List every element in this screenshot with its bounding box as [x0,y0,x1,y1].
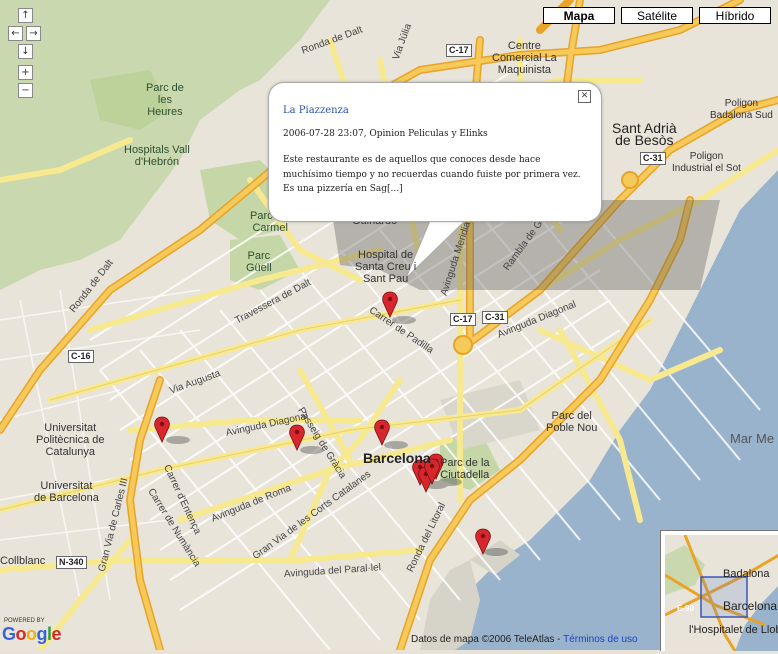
place-label-universitat-barcelona: Universitat de Barcelona [34,480,99,504]
road-shield: C-16 [68,350,94,363]
place-label-collblanc: Collblanc [0,555,46,567]
place-label-parc-ciutadella: Parc de la Ciutadella [440,457,490,481]
pan-right-button[interactable]: → [26,26,41,41]
road-shield: C-17 [446,44,472,57]
copyright-text: Datos de mapa ©2006 TeleAtlas - [411,634,564,645]
map-type-mapa-button[interactable]: Mapa [543,7,615,24]
place-label-parc-guell: Parc Güell [246,250,272,274]
place-label-universitat-catalunya: Universitat Politècnica de Catalunya [36,422,105,458]
overview-label-badalona: Badalona [723,568,770,580]
road-shield: C-31 [640,152,666,165]
info-window: ✕ La Piazzenza 2006-07-28 23:07, Opinion… [268,82,602,222]
pan-down-button[interactable]: ↓ [18,44,33,59]
map-type-satelite-button[interactable]: Satélite [621,7,693,24]
google-wordmark: Google [2,624,62,644]
place-label-poligon-badalona: Poligon Badalona Sud [710,98,773,121]
road-shield: N-340 [56,556,87,569]
map-copyright: Datos de mapa ©2006 TeleAtlas - Términos… [411,634,638,645]
place-label-hospital-sant-pau: Hospital de Santa Creu i Sant Pau [355,249,417,285]
place-label-barcelona: Barcelona [363,450,431,466]
place-label-poligon-industrial: Poligon Industrial el Sot [672,151,741,174]
place-label-sant-adria: Sant Adrià de Besòs [612,120,677,148]
place-label-parc-heures: Parc de les Heures [146,82,184,118]
info-window-title[interactable]: La Piazzenza [283,105,349,116]
overview-label-hospitalet: l'Hospitalet de Llobregat [689,624,778,636]
place-label-centre-comercial: Centre Comercial La Maquinista [492,40,557,76]
sea-label: Mar Me [730,431,775,446]
zoom-out-button[interactable]: − [18,83,33,98]
close-icon[interactable]: ✕ [578,90,591,103]
place-label-parc-poble-nou: Parc del Poble Nou [546,410,598,434]
info-window-meta: 2006-07-28 23:07, Opinion Peliculas y El… [283,129,488,139]
overview-road-shield: E-90 [677,604,694,613]
pan-left-button[interactable]: ← [8,26,23,41]
overview-label-barcelona: Barcelona [723,599,777,613]
road-shield: C-17 [450,313,476,326]
map-type-hibrido-button[interactable]: Híbrido [699,7,771,24]
info-window-body: Este restaurante es de aquellos que cono… [283,155,581,194]
zoom-in-button[interactable]: + [18,65,33,80]
terms-of-use-link[interactable]: Términos de uso [563,634,637,645]
overview-map-canvas[interactable]: Badalona Barcelona l'Hospitalet de Llobr… [665,535,778,651]
pan-up-button[interactable]: ↑ [18,8,33,23]
place-label-hospitals-vall: Hospitals Vall d'Hebrón [124,144,190,168]
road-shield: C-31 [482,311,508,324]
overview-map[interactable]: Badalona Barcelona l'Hospitalet de Llobr… [660,530,778,651]
